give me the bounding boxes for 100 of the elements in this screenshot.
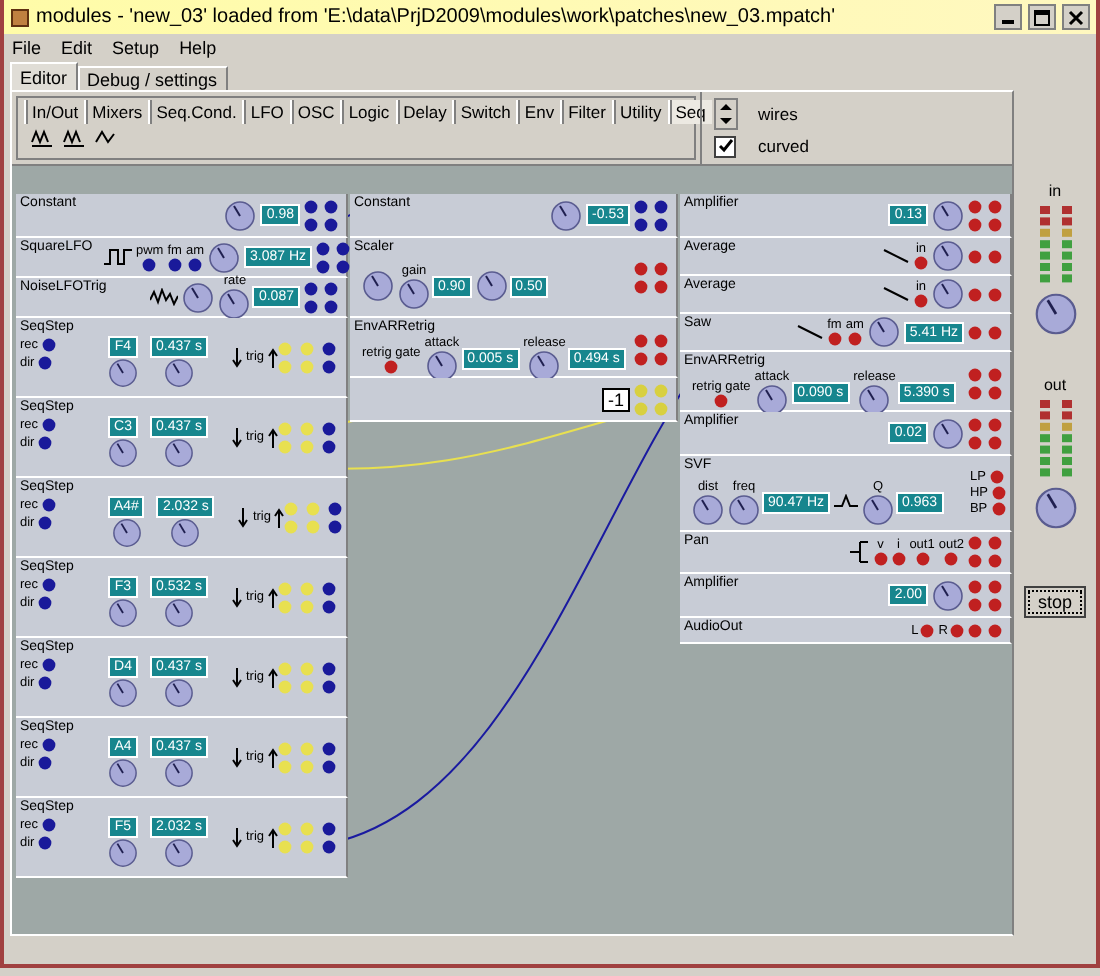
category-tab[interactable]: OSC [289, 100, 341, 124]
knob[interactable] [163, 358, 194, 388]
knob[interactable] [475, 270, 508, 302]
knob[interactable] [550, 199, 583, 231]
menu-item[interactable]: Setup [112, 38, 160, 58]
port-icon[interactable] [968, 199, 982, 213]
minimize-button[interactable] [994, 4, 1022, 30]
port-icon[interactable] [988, 249, 1002, 263]
knob[interactable] [218, 288, 251, 320]
category-tab[interactable]: LFO [242, 100, 290, 124]
knob[interactable] [867, 316, 900, 348]
port-icon[interactable] [304, 199, 318, 213]
port-icon[interactable] [322, 741, 336, 755]
wave-tool-icon[interactable] [30, 128, 54, 148]
port-icon[interactable] [634, 334, 648, 348]
knob[interactable] [932, 199, 964, 231]
knob[interactable] [163, 758, 194, 788]
port-icon[interactable] [914, 294, 928, 308]
knob[interactable] [208, 241, 240, 273]
category-tab[interactable]: In/Out [24, 100, 85, 124]
stop-button[interactable]: stop [1023, 586, 1086, 618]
knob[interactable] [858, 384, 891, 416]
category-tab[interactable]: Logic [340, 100, 396, 124]
port-icon[interactable] [304, 281, 318, 295]
category-tab[interactable]: Seq.Cond. [148, 100, 243, 124]
knob[interactable] [932, 240, 964, 272]
knob[interactable] [163, 838, 194, 868]
port-icon[interactable] [968, 623, 982, 637]
knob[interactable] [108, 438, 138, 468]
knob[interactable] [108, 358, 138, 388]
spinner[interactable] [714, 98, 738, 131]
category-tab[interactable]: Filter [560, 100, 612, 124]
knob[interactable] [755, 384, 788, 416]
wires-label: wires [758, 104, 800, 125]
level-meter [1039, 400, 1049, 480]
port-icon[interactable] [328, 501, 343, 515]
port-icon[interactable] [968, 325, 982, 339]
knob[interactable] [224, 199, 257, 231]
port-icon[interactable] [968, 249, 982, 263]
knob[interactable] [1033, 292, 1077, 336]
port-icon[interactable] [968, 579, 982, 593]
knob[interactable] [362, 270, 394, 302]
category-tab[interactable]: Seq [667, 100, 712, 124]
knob[interactable] [108, 758, 138, 788]
port-icon[interactable] [968, 368, 982, 382]
category-tab[interactable]: Delay [395, 100, 453, 124]
menu-item[interactable]: File [12, 38, 42, 58]
port-icon[interactable] [968, 536, 982, 550]
knob[interactable] [163, 678, 194, 708]
knob[interactable] [108, 598, 138, 628]
menu-item[interactable]: Edit [61, 38, 93, 58]
category-tab[interactable]: Mixers [84, 100, 149, 124]
knob[interactable] [425, 350, 458, 382]
knob[interactable] [932, 278, 964, 310]
curved-checkbox[interactable] [714, 135, 736, 158]
knob[interactable] [108, 678, 138, 708]
port-icon[interactable] [322, 341, 336, 355]
port-icon[interactable] [322, 821, 336, 835]
port-icon[interactable] [988, 325, 1002, 339]
port-icon[interactable] [322, 421, 336, 435]
port-icon[interactable] [634, 261, 648, 275]
filter-curve-icon [834, 494, 859, 510]
knob[interactable] [932, 579, 964, 611]
category-tab[interactable]: Switch [452, 100, 517, 124]
knob[interactable] [398, 277, 430, 309]
port-icon[interactable] [714, 393, 729, 407]
knob[interactable] [182, 281, 215, 313]
knob[interactable] [862, 493, 895, 525]
knob[interactable] [692, 493, 724, 525]
knob[interactable] [932, 417, 964, 449]
minimize-icon [1002, 20, 1014, 24]
knob[interactable] [528, 350, 561, 382]
knob[interactable] [163, 598, 194, 628]
port-icon[interactable] [322, 581, 336, 595]
port-icon[interactable] [384, 359, 399, 373]
category-tab[interactable]: Env [516, 100, 561, 124]
port-icon[interactable] [968, 287, 982, 301]
arrow-down-icon [231, 347, 242, 367]
arrow-down-icon [231, 427, 242, 447]
knob[interactable] [111, 518, 142, 548]
knob[interactable] [170, 518, 201, 548]
knob[interactable] [728, 493, 760, 525]
port-icon[interactable] [988, 287, 1002, 301]
wave-tool-icon[interactable] [94, 128, 118, 148]
port-icon[interactable] [316, 241, 331, 255]
port-icon[interactable] [322, 661, 336, 675]
knob[interactable] [108, 838, 138, 868]
port-icon[interactable] [634, 199, 648, 213]
port-icon[interactable] [968, 417, 982, 431]
wave-tool-icon[interactable] [62, 128, 86, 148]
tab[interactable]: Editor [10, 62, 78, 90]
noise-wave-icon [150, 288, 179, 306]
port-icon[interactable] [989, 470, 1004, 484]
knob[interactable] [1033, 486, 1077, 530]
close-button[interactable] [1062, 4, 1090, 30]
port-icon[interactable] [914, 256, 928, 270]
menu-item[interactable]: Help [179, 38, 217, 58]
tab[interactable]: Debug / settings [77, 66, 228, 90]
maximize-button[interactable] [1028, 4, 1056, 30]
knob[interactable] [163, 438, 194, 468]
